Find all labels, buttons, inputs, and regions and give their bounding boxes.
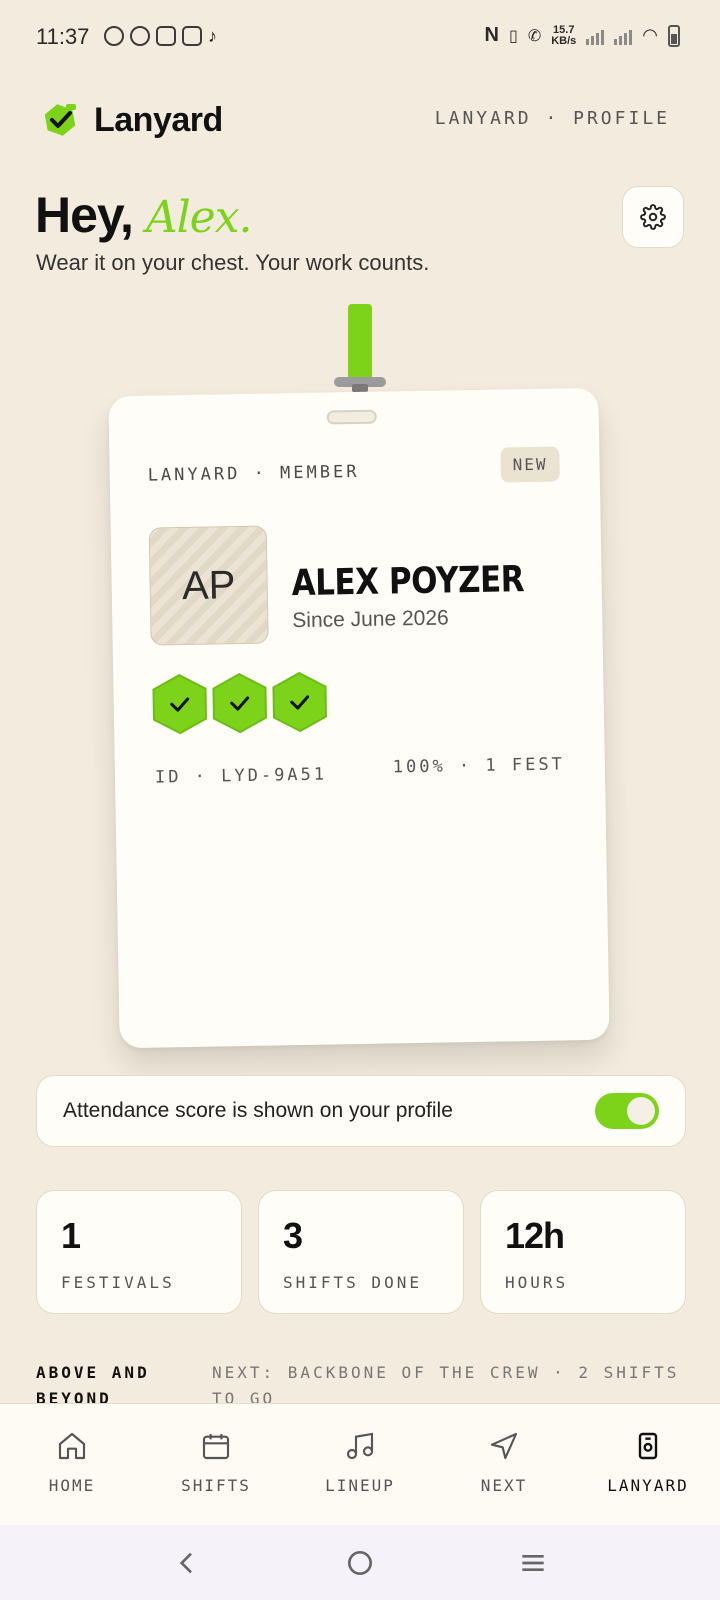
stats-row: 1 FESTIVALS 3 SHIFTS DONE 12h HOURS: [36, 1190, 686, 1314]
wifi-icon: ◠: [642, 25, 658, 45]
vibrate-icon: ▯: [509, 27, 518, 45]
attendance-toggle-row: Attendance score is shown on your profil…: [36, 1075, 686, 1147]
nav-label: SHIFTS: [181, 1476, 251, 1495]
net-speed: 15.7 KB/s: [551, 23, 577, 47]
bottom-nav: HOME SHIFTS LINEUP NEXT LANYARD: [0, 1403, 720, 1525]
notification-icons: ♪: [104, 26, 228, 46]
member-name: ALEX POYZER: [291, 559, 525, 605]
achievement-hex-icon: [212, 672, 267, 734]
badge-label: LANYARD · MEMBER: [147, 461, 360, 486]
stat-value: 1: [61, 1215, 81, 1256]
nav-label: LANYARD: [607, 1476, 689, 1495]
nav-label: NEXT: [480, 1476, 528, 1495]
nfc-icon: N: [484, 24, 499, 46]
badge-slot: [326, 409, 377, 425]
lanyard-strap: [348, 304, 372, 382]
home-circle-icon[interactable]: [344, 1547, 376, 1579]
achievement-hex-icon: [152, 673, 207, 735]
breadcrumb: LANYARD · PROFILE: [434, 108, 670, 129]
lanyard-logo-icon: [44, 104, 76, 136]
greeting-name: Alex.: [145, 192, 253, 243]
back-icon[interactable]: [171, 1547, 203, 1579]
nav-item-lineup[interactable]: LINEUP: [288, 1404, 432, 1525]
calendar-icon: [202, 1434, 230, 1460]
nav-label: LINEUP: [325, 1476, 395, 1495]
nav-item-shifts[interactable]: SHIFTS: [144, 1404, 288, 1525]
attendance-text: Attendance score is shown on your profil…: [63, 1099, 453, 1122]
brand[interactable]: Lanyard: [40, 100, 223, 140]
status-indicators: N ▯ ✆ 15.7 KB/s ◠: [485, 24, 680, 47]
signal-icon: [586, 27, 605, 45]
signal-icon-2: [614, 27, 633, 45]
member-badge-card[interactable]: LANYARD · MEMBER NEW AP ALEX POYZER Sinc…: [108, 387, 610, 1049]
stat-label: FESTIVALS: [61, 1273, 175, 1292]
gear-icon: [640, 204, 666, 230]
messenger-icon: [130, 26, 150, 46]
lanyard-clip-knob: [352, 384, 368, 392]
navigation-arrow-icon: [490, 1432, 518, 1460]
system-nav-bar: [0, 1525, 720, 1600]
home-icon: [58, 1432, 86, 1460]
tiktok-icon: ♪: [208, 26, 217, 46]
recents-menu-icon[interactable]: [517, 1547, 549, 1579]
achievement-badges: [151, 671, 328, 736]
stat-value: 3: [283, 1215, 303, 1256]
greeting-heading: Hey, Alex.: [35, 186, 252, 244]
tagline: Wear it on your chest. Your work counts.: [36, 250, 430, 275]
badge-stats: 100% · 1 FEST: [392, 754, 566, 778]
battery-icon: [668, 24, 680, 47]
stat-card-shifts: 3 SHIFTS DONE: [258, 1190, 464, 1314]
stat-label: SHIFTS DONE: [283, 1273, 422, 1292]
stat-value: 12h: [505, 1215, 565, 1256]
instagram-icon: [156, 26, 176, 46]
nav-item-next[interactable]: NEXT: [432, 1404, 576, 1525]
whatsapp-icon: [104, 26, 124, 46]
greeting-hey: Hey,: [35, 187, 134, 243]
wifi-call-icon: ✆: [527, 27, 542, 45]
nav-item-lanyard[interactable]: LANYARD: [576, 1404, 720, 1525]
avatar: AP: [148, 525, 269, 646]
nav-item-home[interactable]: HOME: [0, 1404, 144, 1525]
stat-card-festivals: 1 FESTIVALS: [36, 1190, 242, 1314]
status-bar: 11:37 ♪ N ▯ ✆ 15.7 KB/s ◠: [0, 0, 720, 76]
badge-icon: [638, 1432, 658, 1460]
music-note-icon: [346, 1432, 374, 1460]
nav-label: HOME: [48, 1476, 96, 1495]
new-badge: NEW: [500, 446, 560, 483]
status-time: 11:37: [36, 24, 90, 49]
member-since: Since June 2026: [292, 606, 449, 633]
badge-id: ID · LYD-9A51: [154, 764, 328, 788]
stat-card-hours: 12h HOURS: [480, 1190, 686, 1314]
achievement-hex-icon: [272, 671, 327, 733]
stat-label: HOURS: [505, 1273, 569, 1292]
youtube-icon: [182, 26, 202, 46]
brand-name: Lanyard: [94, 100, 223, 139]
settings-button[interactable]: [622, 186, 684, 248]
attendance-toggle[interactable]: [595, 1093, 659, 1129]
